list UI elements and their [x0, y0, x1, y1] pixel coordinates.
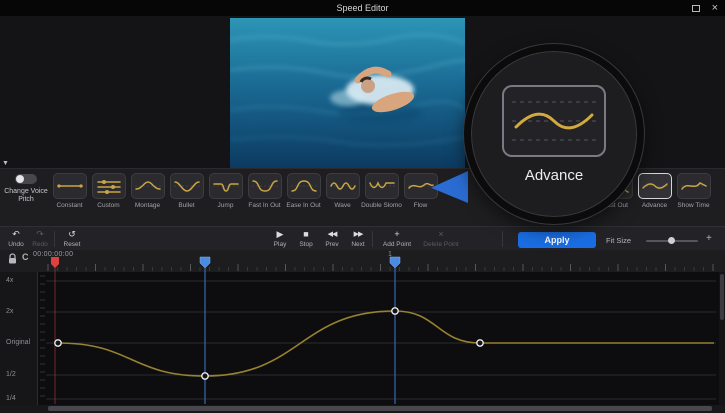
stop-icon: ■ [303, 229, 308, 240]
curve-canvas[interactable] [38, 272, 719, 405]
prev-button[interactable]: ◀◀ Prev [320, 229, 344, 248]
speed-scale-gutter: 4x 2x Original 1/2 1/4 [0, 272, 38, 405]
toggle-knob [16, 175, 24, 183]
add-point-button[interactable]: + Add Point [378, 229, 416, 248]
preset-constant[interactable]: Constant [50, 173, 89, 209]
timeline-header: C 00:00:00:00 1 [0, 250, 725, 272]
speed-label-4x: 4x [6, 277, 13, 284]
preset-advance[interactable]: Advance [635, 173, 674, 209]
bullet-curve-icon [170, 173, 204, 199]
fit-size-slider-thumb[interactable] [668, 237, 675, 244]
advance-preset-magnifier: Advance [464, 44, 644, 224]
flow-curve-icon [404, 173, 438, 199]
ruler-second-label: 1 [388, 251, 392, 258]
preset-label: Advance [642, 202, 667, 209]
preset-flow[interactable]: Flow [401, 173, 440, 209]
voice-pitch-label: Change Voice Pitch [4, 188, 48, 204]
ease-in-out-curve-icon [287, 173, 321, 199]
preset-wave[interactable]: Wave [323, 173, 362, 209]
reset-button[interactable]: ↺ Reset [60, 229, 84, 248]
curve-tool-icon[interactable]: C [22, 252, 29, 262]
preset-label: Bullet [178, 202, 194, 209]
lock-icon[interactable] [7, 252, 18, 270]
preset-montage[interactable]: Montage [128, 173, 167, 209]
speed-label-original: Original [6, 339, 30, 346]
preset-label: Wave [334, 202, 350, 209]
constant-curve-icon [53, 173, 87, 199]
delete-point-button[interactable]: × Delete Point [418, 229, 464, 248]
preset-double-slomo[interactable]: Double Slomo [362, 173, 401, 209]
collapse-panel-icon[interactable]: ▼ [2, 160, 9, 167]
speed-label-2x: 2x [6, 308, 13, 315]
play-icon: ▶ [277, 229, 284, 240]
advance-curve-icon [638, 173, 672, 199]
play-button[interactable]: ▶ Play [268, 229, 292, 248]
voice-pitch-toggle[interactable] [15, 174, 37, 184]
preset-label: Show Time [677, 202, 709, 209]
preset-label: Ease In Out [286, 202, 320, 209]
horizontal-scrollbar-thumb[interactable] [48, 406, 712, 411]
preset-label: Flow [414, 202, 428, 209]
redo-icon: ↷ [36, 229, 44, 240]
horizontal-scrollbar[interactable] [0, 405, 725, 413]
preset-label: Montage [135, 202, 160, 209]
fit-size-label: Fit Size [606, 236, 631, 245]
preset-show-time[interactable]: Show Time [674, 173, 713, 209]
undo-icon: ↶ [12, 229, 20, 240]
next-button[interactable]: ▶▶ Next [346, 229, 370, 248]
montage-curve-icon [131, 173, 165, 199]
zoom-in-icon[interactable]: + [706, 233, 712, 244]
video-preview-swimmer [230, 18, 465, 168]
title-bar[interactable]: Speed Editor × [0, 0, 725, 16]
vertical-scrollbar[interactable] [719, 272, 725, 405]
preset-label: Constant [56, 202, 82, 209]
preset-bullet[interactable]: Bullet [167, 173, 206, 209]
toolbar-divider [502, 231, 503, 247]
add-point-icon: + [394, 229, 399, 240]
close-icon[interactable]: × [712, 3, 718, 14]
preset-label: Custom [97, 202, 119, 209]
preset-label: Jump [218, 202, 234, 209]
magnifier-preset-label: Advance [525, 167, 583, 184]
toolbar: ↶ Undo ↷ Redo ↺ Reset ▶ Play ■ Stop ◀◀ P… [0, 226, 725, 250]
show-time-curve-icon [677, 173, 711, 199]
prev-icon: ◀◀ [328, 229, 337, 240]
preset-jump[interactable]: Jump [206, 173, 245, 209]
preset-label: Fast In Out [248, 202, 280, 209]
preset-custom[interactable]: Custom [89, 173, 128, 209]
apply-button[interactable]: Apply [518, 232, 596, 248]
toolbar-divider [372, 231, 373, 247]
preset-ease-in-out[interactable]: Ease In Out [284, 173, 323, 209]
timecode: 00:00:00:00 [33, 251, 73, 258]
swimmer-video-frame [230, 18, 465, 168]
speed-curve-timeline: C 00:00:00:00 1 4x 2x Original 1/2 1/4 [0, 250, 725, 413]
vertical-scrollbar-thumb[interactable] [720, 274, 724, 320]
preset-label: Double Slomo [361, 202, 402, 209]
fast-in-out-curve-icon [248, 173, 282, 199]
preset-fast-in-out[interactable]: Fast In Out [245, 173, 284, 209]
jump-curve-icon [209, 173, 243, 199]
stop-button[interactable]: ■ Stop [294, 229, 318, 248]
delete-point-icon: × [438, 229, 443, 240]
custom-sliders-icon [92, 173, 126, 199]
toolbar-divider [54, 231, 55, 247]
advance-curve-zoomed-icon [502, 85, 606, 157]
maximize-icon[interactable] [692, 5, 700, 12]
speed-label-quarter: 1/4 [6, 395, 16, 402]
fit-size-slider[interactable] [646, 240, 698, 242]
reset-icon: ↺ [68, 229, 76, 240]
redo-button[interactable]: ↷ Redo [28, 229, 52, 248]
next-icon: ▶▶ [354, 229, 363, 240]
voice-pitch-control: Change Voice Pitch [4, 174, 48, 204]
wave-curve-icon [326, 173, 360, 199]
window-title: Speed Editor [336, 3, 388, 13]
speed-editor-window: Speed Editor × [0, 0, 725, 413]
speed-label-half: 1/2 [6, 371, 16, 378]
double-slomo-curve-icon [365, 173, 399, 199]
undo-button[interactable]: ↶ Undo [4, 229, 28, 248]
